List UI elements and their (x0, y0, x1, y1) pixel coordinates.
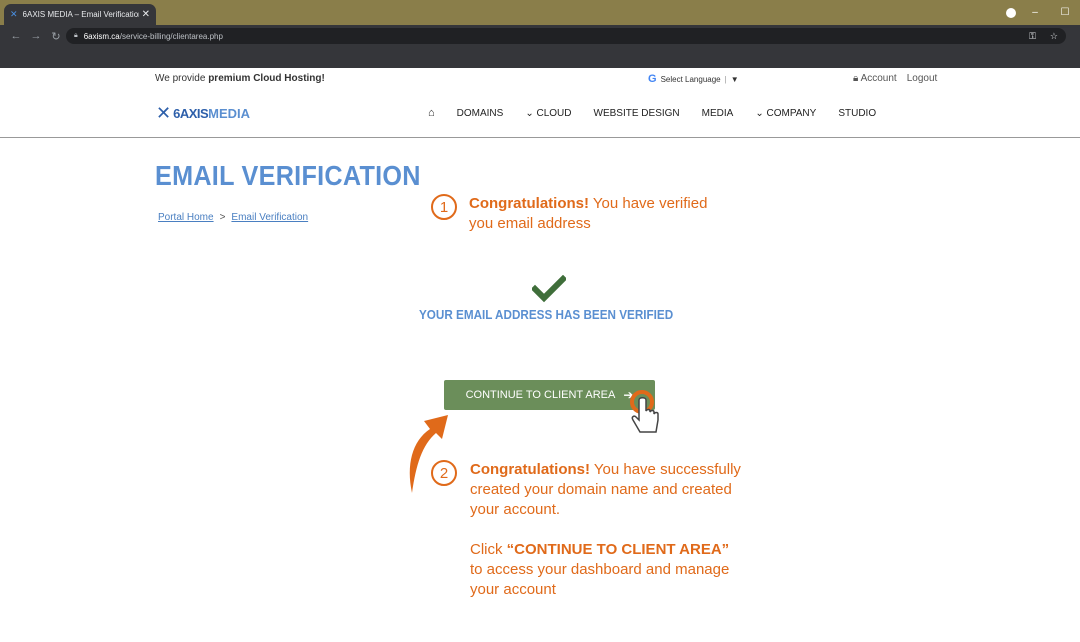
back-icon[interactable]: ← (6, 30, 26, 43)
google-icon: G (648, 73, 657, 85)
step-1-line-a: You have verified (589, 195, 708, 212)
step-1-number: 1 (431, 194, 457, 220)
profile-icon[interactable] (1006, 8, 1016, 18)
step-2-line-b: created your domain name and created (470, 481, 732, 498)
account-link[interactable]: 🔒︎ Account (853, 73, 897, 84)
nav-label: WEBSITE DESIGN (593, 107, 680, 119)
nav-item-company[interactable]: ⌄ COMPANY (755, 108, 816, 119)
key-icon[interactable]: ⚿ (1029, 31, 1036, 42)
logo-star-icon: ✕ (156, 103, 172, 123)
minimize-icon[interactable]: – (1020, 7, 1050, 18)
chevron-down-icon: ⌄ (525, 107, 534, 119)
breadcrumb-current-link[interactable]: Email Verification (231, 212, 308, 223)
main-nav: ⌂ DOMAINS ⌄ CLOUD WEBSITE DESIGN MEDIA ⌄… (428, 107, 898, 119)
nav-label: MEDIA (701, 107, 734, 119)
forward-icon[interactable]: → (26, 30, 46, 43)
pointer-hand-icon (630, 390, 659, 433)
star-icon[interactable]: ☆ (1050, 31, 1058, 42)
nav-label: DOMAINS (456, 107, 504, 119)
step-2-line-c: your account. (470, 501, 561, 518)
nav-label: CLOUD (536, 107, 572, 119)
step-2-bold: Congratulations! (470, 461, 590, 478)
language-divider: | (724, 74, 727, 84)
maximize-icon[interactable]: ☐ (1050, 7, 1080, 18)
step-1-bold: Congratulations! (469, 195, 589, 212)
page-title: EMAIL VERIFICATION (155, 160, 421, 191)
url-host: 6axism.ca (83, 31, 120, 41)
logo-text-b: MEDIA (208, 106, 251, 121)
checkmark-icon (532, 275, 566, 303)
breadcrumb: Portal Home > Email Verification (158, 212, 308, 223)
nav-label: COMPANY (766, 107, 817, 119)
step-2-line-a: You have successfully (590, 461, 741, 478)
breadcrumb-separator: > (219, 212, 226, 223)
step-2-click-bold: “CONTINUE TO CLIENT AREA” (506, 541, 730, 558)
continue-label: CONTINUE TO CLIENT AREA (465, 389, 616, 401)
tagline-bold: premium Cloud Hosting! (208, 73, 325, 84)
browser-titlebar (0, 0, 1080, 25)
logout-link[interactable]: Logout (907, 73, 938, 84)
step-2-number: 2 (431, 460, 457, 486)
language-label: Select Language (660, 74, 721, 84)
home-icon[interactable]: ⌂ (428, 107, 435, 119)
nav-item-website-design[interactable]: WEBSITE DESIGN (594, 108, 680, 119)
site-logo[interactable]: ✕ 6AXIS MEDIA (156, 103, 250, 124)
step-2-click: Click (470, 541, 507, 558)
tab-close-icon[interactable]: ✕ (142, 9, 150, 20)
language-selector[interactable]: G Select Language | ▼ (648, 73, 739, 85)
verified-message: YOUR EMAIL ADDRESS HAS BEEN VERIFIED (419, 307, 674, 322)
nav-item-media[interactable]: MEDIA (702, 108, 734, 119)
lock-icon: 🔒︎ (74, 32, 78, 39)
reload-icon[interactable]: ↻ (46, 30, 66, 43)
nav-item-studio[interactable]: STUDIO (838, 108, 876, 119)
tagline: We provide premium Cloud Hosting! (155, 73, 325, 84)
account-label: Account (860, 73, 897, 84)
nav-item-cloud[interactable]: ⌄ CLOUD (525, 108, 571, 119)
tagline-prefix: We provide (155, 73, 209, 84)
window-controls: – ☐ (1020, 0, 1080, 25)
step-1-line-b: you email address (469, 215, 591, 232)
continue-to-client-area-button[interactable]: CONTINUE TO CLIENT AREA ➔ (444, 380, 655, 410)
step-2-line-d: to access your dashboard and manage (470, 561, 730, 578)
address-bar[interactable]: 🔒︎ 6axism.ca /service-billing/clientarea… (66, 28, 1066, 44)
step-2-line-e: your account (470, 581, 556, 598)
logo-text-a: 6AXIS (173, 106, 209, 121)
language-caret-icon: ▼ (730, 74, 739, 84)
lock-small-icon: 🔒︎ (853, 73, 859, 84)
account-links: 🔒︎ Account Logout (853, 73, 937, 84)
nav-label: STUDIO (838, 107, 877, 119)
browser-nav-buttons: ← → ↻ (6, 30, 66, 43)
browser-tab[interactable]: ✕ 6AXIS MEDIA – Email Verification ✕ (4, 4, 156, 25)
breadcrumb-home-link[interactable]: Portal Home (158, 212, 214, 223)
header-divider (0, 137, 1080, 138)
site-favicon-icon: ✕ (10, 9, 18, 19)
nav-item-domains[interactable]: DOMAINS (457, 108, 504, 119)
url-path: /service-billing/clientarea.php (119, 31, 223, 41)
chevron-down-icon: ⌄ (755, 107, 764, 119)
step-2-callout: Congratulations! You have successfully c… (470, 460, 780, 600)
step-1-callout: Congratulations! You have verified you e… (469, 194, 759, 234)
tab-title: 6AXIS MEDIA – Email Verification (22, 10, 139, 19)
